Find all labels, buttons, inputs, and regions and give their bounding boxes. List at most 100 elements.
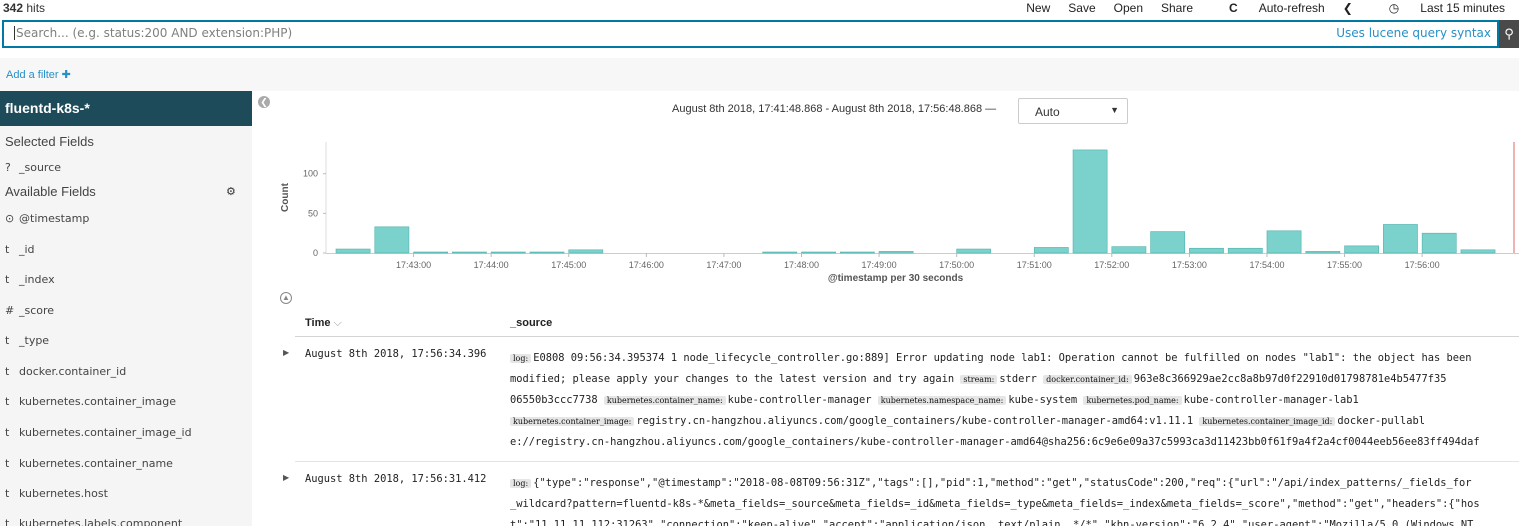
add-filter-button[interactable]: Add a filter ✚ (6, 68, 71, 81)
field-item[interactable]: t _id (5, 243, 35, 256)
histogram-bar[interactable] (568, 249, 604, 254)
search-button[interactable]: ⚲ (1499, 20, 1519, 48)
sort-icon[interactable]: ⌵ (334, 317, 342, 329)
field-item[interactable]: t kubernetes.container_image_id (5, 426, 192, 439)
x-tick-label: 17:44:00 (474, 260, 509, 270)
new-button[interactable]: New (1026, 1, 1050, 15)
lucene-syntax-link[interactable]: Uses lucene query syntax (1336, 26, 1491, 40)
field-item[interactable]: t kubernetes.labels.component (5, 517, 182, 526)
histogram-bar[interactable] (1421, 232, 1457, 254)
interval-value: Auto (1035, 105, 1060, 119)
doc-source-line: 06550b3ccc7738 kubernetes.container_name… (510, 390, 1519, 411)
histogram-bar[interactable] (1383, 224, 1418, 254)
x-tick-label: 17:51:00 (1017, 260, 1052, 270)
y-tick-label: 50 (308, 208, 318, 218)
field-key: kubernetes.container_image_id: (1199, 417, 1336, 426)
field-name: kubernetes.host (19, 487, 108, 500)
expand-row-icon[interactable]: ▶ (283, 473, 289, 482)
doc-source-line: _wildcard?pattern=fluentd-k8s-*&meta_fie… (510, 494, 1519, 515)
collapse-sidebar-icon[interactable]: ❮ (258, 96, 270, 108)
histogram-bar[interactable] (1305, 251, 1341, 254)
histogram-bar[interactable] (1460, 249, 1496, 254)
field-type-icon: t (5, 395, 10, 408)
search-icon: ⚲ (1504, 26, 1514, 41)
field-value: 06550b3ccc7738 (510, 394, 604, 406)
plus-icon: ✚ (61, 69, 71, 81)
field-key: log: (510, 354, 532, 363)
interval-select[interactable]: Auto ▼ (1018, 98, 1128, 124)
index-pattern-title[interactable]: fluentd-k8s-* (0, 91, 252, 126)
time-column-header[interactable]: Time ⌵ (305, 317, 342, 330)
histogram-bar[interactable] (490, 251, 526, 254)
field-item[interactable]: t _type (5, 334, 49, 347)
field-item[interactable]: t docker.container_id (5, 365, 126, 378)
field-item[interactable]: t _index (5, 273, 55, 286)
x-tick-label: 17:47:00 (706, 260, 741, 270)
doc-source-line: kubernetes.container_image: registry.cn-h… (510, 411, 1519, 432)
field-type-icon: t (5, 487, 10, 500)
field-type-icon: t (5, 426, 10, 439)
save-button[interactable]: Save (1068, 1, 1095, 15)
expand-row-icon[interactable]: ▶ (283, 348, 289, 357)
histogram-bar[interactable] (1072, 149, 1108, 254)
histogram-bar[interactable] (529, 251, 565, 254)
field-item[interactable]: ? _source (5, 161, 61, 174)
field-value: E0808 09:56:34.395374 1 node_lifecycle_c… (533, 352, 1472, 364)
histogram-bar[interactable] (1189, 247, 1224, 254)
auto-refresh-button[interactable]: C Auto-refresh (1211, 1, 1325, 15)
histogram-bar[interactable] (335, 248, 371, 254)
histogram-chart[interactable]: 0 50 100 Count 17:43:00 17:44:00 17:45:00 17:4… (270, 128, 1519, 290)
histogram-bar[interactable] (1033, 247, 1069, 254)
field-name: kubernetes.container_image_id (19, 426, 192, 439)
histogram-bar[interactable] (452, 251, 487, 254)
field-value: 963e8c366929ae2cc8a8b97d0f22910d01798781… (1133, 373, 1447, 385)
histogram-bar[interactable] (1266, 230, 1302, 254)
histogram-bar[interactable] (878, 251, 914, 254)
gear-icon[interactable]: ⚙ (226, 185, 236, 198)
field-value: {"type":"response","@timestamp":"2018-08… (533, 477, 1472, 489)
doc-source-line: t":"11.11.11.112:31263","connection":"ke… (510, 515, 1519, 526)
collapse-chart-icon[interactable]: ▲ (280, 292, 292, 304)
field-key: kubernetes.container_image: (510, 417, 635, 426)
histogram-bar[interactable] (1111, 246, 1147, 254)
histogram-bar[interactable] (956, 248, 992, 254)
refresh-icon: C (1229, 1, 1238, 15)
share-button[interactable]: Share (1161, 1, 1193, 15)
search-bar[interactable]: Search... (e.g. status:200 AND extension… (2, 20, 1499, 48)
field-name: _source (19, 161, 62, 174)
histogram-bar[interactable] (374, 226, 410, 254)
field-name: _id (19, 243, 35, 256)
histogram-bar[interactable] (1227, 247, 1263, 254)
selected-fields-title: Selected Fields (5, 134, 94, 149)
histogram-bar[interactable] (801, 251, 836, 254)
histogram-bar[interactable] (762, 251, 798, 254)
histogram-bar[interactable] (839, 251, 875, 254)
field-item[interactable]: t kubernetes.container_name (5, 457, 173, 470)
histogram-bar[interactable] (1344, 245, 1379, 254)
time-picker-button[interactable]: ◷ Last 15 minutes (1371, 1, 1505, 15)
doc-source-line: log: E0808 09:56:34.395374 1 node_lifecyc… (510, 348, 1519, 369)
field-value: kube-system (1008, 394, 1084, 406)
field-type-icon: t (5, 273, 10, 286)
histogram-bar[interactable] (413, 251, 449, 254)
clock-icon: ⊙ (5, 212, 15, 225)
x-tick-label: 17:53:00 (1172, 260, 1207, 270)
clock-icon: ◷ (1388, 1, 1400, 15)
x-tick-label: 17:56:00 (1405, 260, 1440, 270)
field-item[interactable]: # _score (5, 304, 54, 317)
open-button[interactable]: Open (1114, 1, 1143, 15)
doc-source-line: e://registry.cn-hangzhou.aliyuncs.com/go… (510, 432, 1519, 453)
field-type-icon: t (5, 334, 10, 347)
field-name: kubernetes.container_image (19, 395, 177, 408)
field-item[interactable]: t kubernetes.container_image (5, 395, 176, 408)
histogram-bar[interactable] (1150, 231, 1186, 254)
time-range-label: Last 15 minutes (1420, 1, 1505, 15)
chevron-left-icon[interactable]: ❮ (1343, 1, 1353, 15)
doc-timestamp: August 8th 2018, 17:56:31.412 (305, 473, 487, 485)
field-item[interactable]: ⊙ @timestamp (5, 212, 89, 225)
field-item[interactable]: t kubernetes.host (5, 487, 108, 500)
search-input[interactable]: Search... (e.g. status:200 AND extension… (14, 26, 292, 40)
y-tick-label: 0 (313, 248, 318, 258)
field-name: _score (19, 304, 55, 317)
field-value: _wildcard?pattern=fluentd-k8s-*&meta_fie… (510, 498, 1480, 510)
